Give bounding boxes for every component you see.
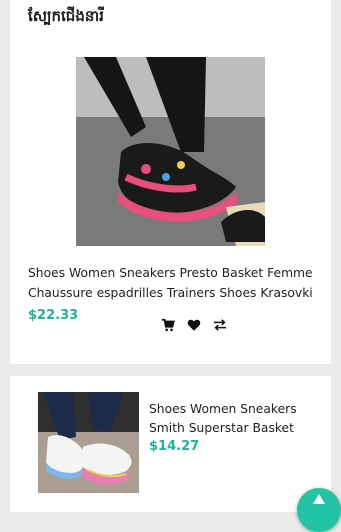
product-title[interactable]: Shoes Women Sneakers Smith Superstar Bas… (149, 400, 319, 438)
product-actions (160, 316, 228, 334)
product-image[interactable] (38, 392, 139, 493)
product-image[interactable] (76, 57, 265, 246)
heart-icon[interactable] (186, 316, 202, 334)
compare-icon[interactable] (212, 316, 228, 334)
cart-icon[interactable] (160, 316, 176, 334)
scroll-top-button[interactable] (297, 488, 341, 532)
product-title[interactable]: Shoes Women Sneakers Presto Basket Femme… (28, 263, 328, 303)
product-price: $14.27 (149, 439, 200, 454)
product-card[interactable]: ស្បែកជើងនារី Shoes Women Sneakers Presto… (10, 0, 331, 364)
product-card[interactable]: Shoes Women Sneakers Smith Superstar Bas… (10, 376, 331, 512)
section-title: ស្បែកជើងនារី (28, 7, 104, 25)
arrow-up-icon (313, 494, 325, 504)
product-price: $22.33 (28, 308, 79, 323)
